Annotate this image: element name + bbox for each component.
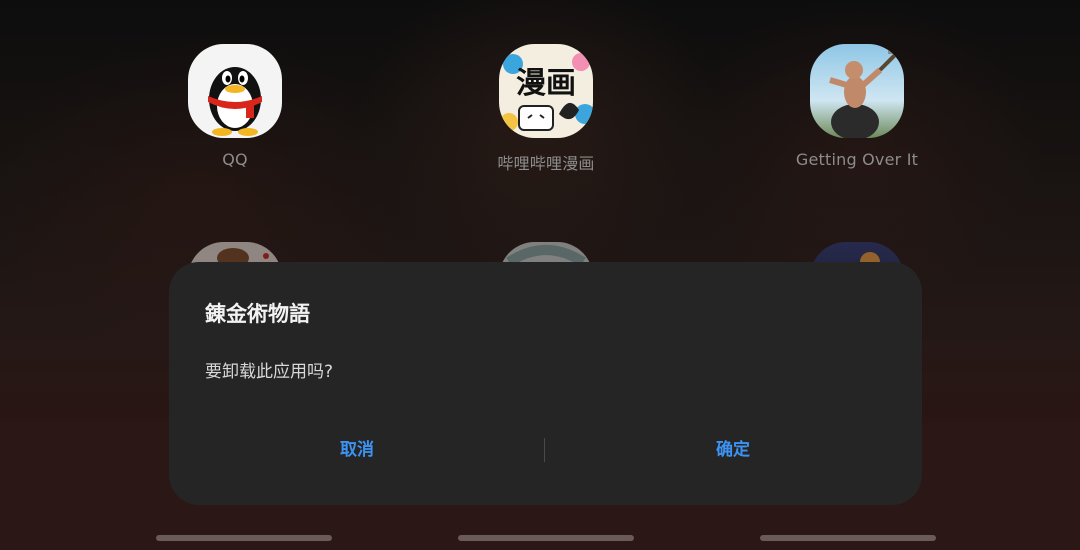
uninstall-dialog: 錬金術物語 要卸载此应用吗? 取消 确定 xyxy=(169,262,922,505)
cancel-button[interactable]: 取消 xyxy=(169,432,545,468)
nav-handle-center[interactable] xyxy=(458,535,634,541)
app-label-qq: QQ xyxy=(222,150,248,169)
home-screen: QQ 漫画 哔哩哔哩漫画 Getting Over It 錬金術物語 要卸载此应… xyxy=(0,0,1080,550)
dialog-title: 錬金術物語 xyxy=(205,302,310,326)
app-qq[interactable]: QQ xyxy=(135,44,335,169)
nav-handle-right[interactable] xyxy=(760,535,936,541)
getting-over-it-icon xyxy=(810,44,904,138)
dialog-message: 要卸载此应用吗? xyxy=(205,362,334,382)
app-getting-over-it[interactable]: Getting Over It xyxy=(757,44,957,169)
bilibili-comics-icon-text: 漫画 xyxy=(516,66,576,101)
confirm-button[interactable]: 确定 xyxy=(545,432,921,468)
app-label-bilibili-comics: 哔哩哔哩漫画 xyxy=(497,154,595,173)
nav-handle-left[interactable] xyxy=(156,535,332,541)
bilibili-comics-icon: 漫画 xyxy=(499,44,593,138)
qq-penguin-icon xyxy=(188,44,282,138)
app-bilibili-comics[interactable]: 漫画 哔哩哔哩漫画 xyxy=(446,44,646,174)
app-label-getting-over-it: Getting Over It xyxy=(795,150,919,169)
